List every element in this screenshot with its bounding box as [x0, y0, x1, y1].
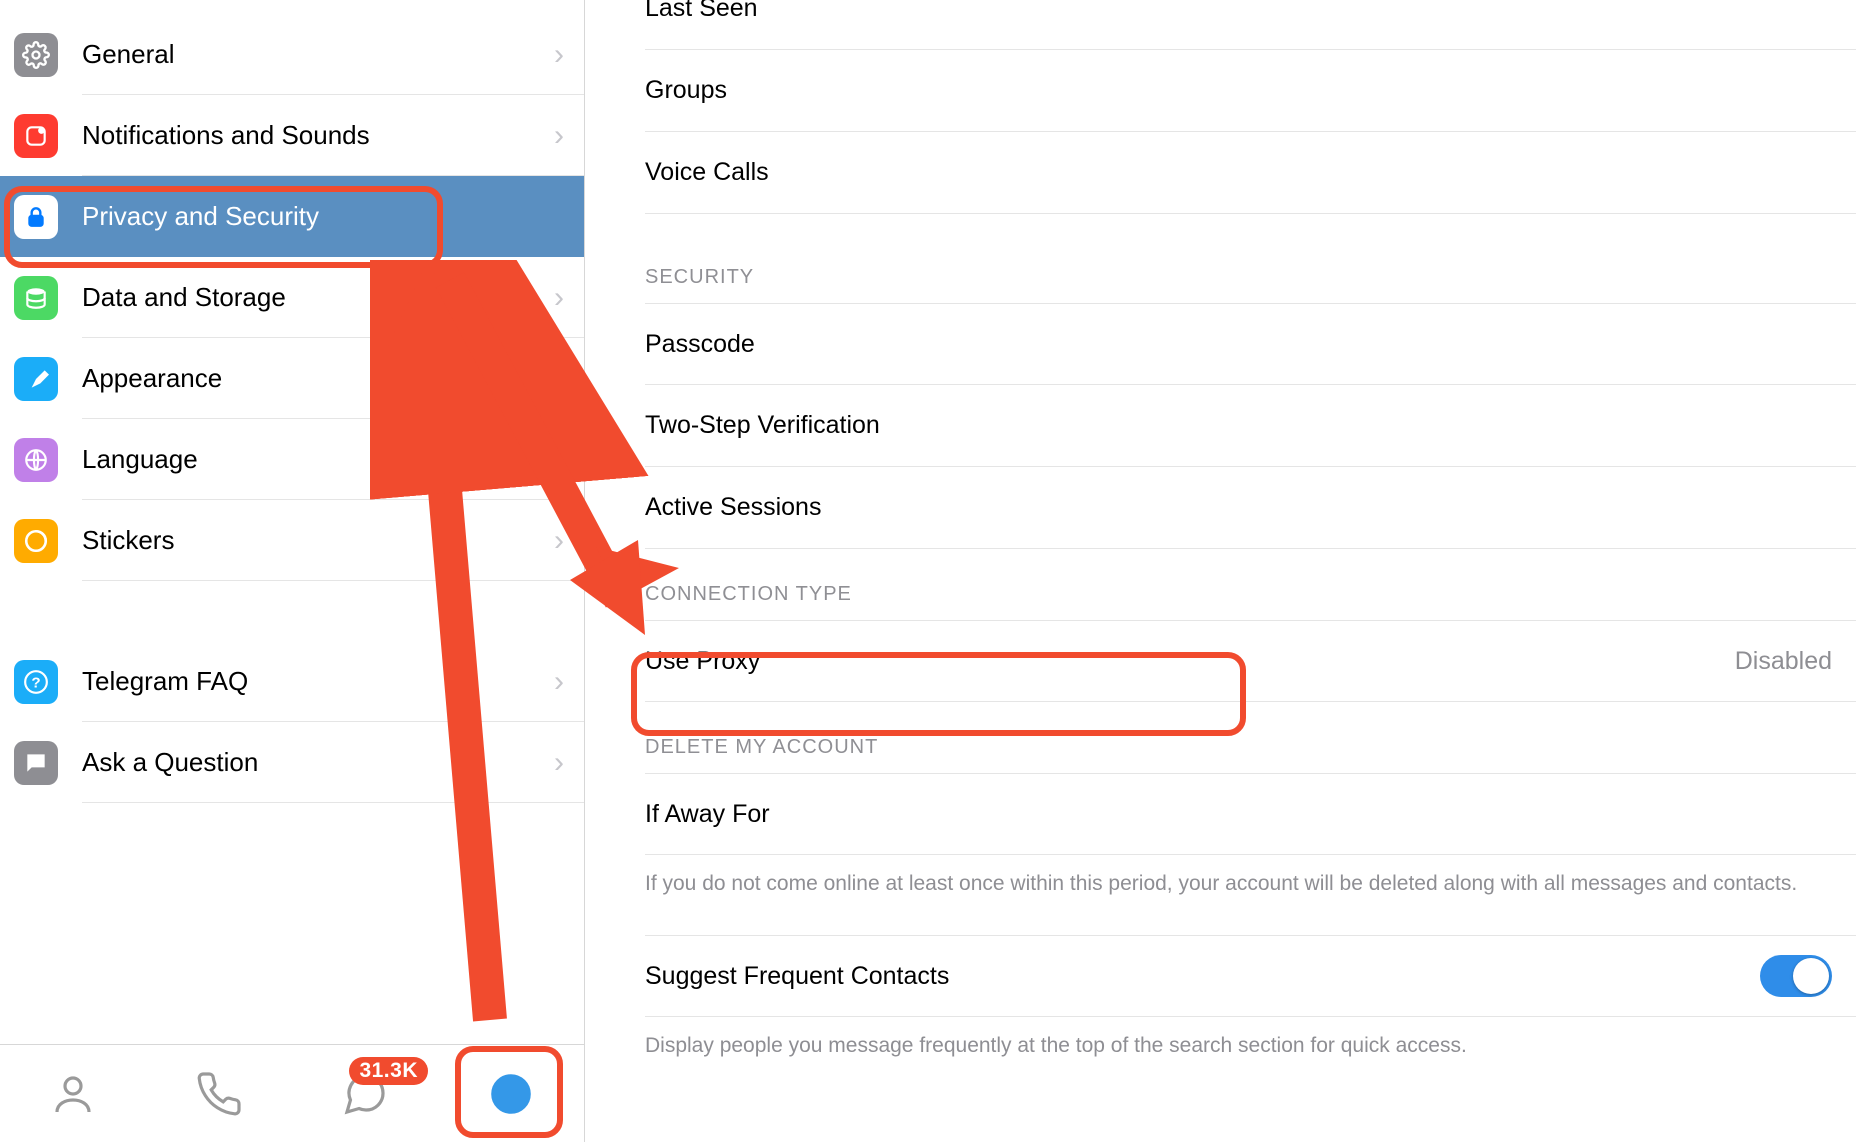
toggle-suggest-contacts[interactable]	[1760, 955, 1832, 997]
row-label: Last Seen	[645, 0, 1832, 23]
sidebar-item-label: Ask a Question	[82, 747, 258, 778]
row-label: Two-Step Verification	[645, 411, 1832, 440]
row-value: Disabled	[1735, 647, 1832, 676]
sidebar-item-label: Notifications and Sounds	[82, 120, 370, 151]
row-passcode[interactable]: Passcode	[645, 303, 1856, 385]
settings-sidebar: General › Notifications and Sounds › Pri…	[0, 0, 585, 1142]
chevron-right-icon: ›	[554, 38, 564, 72]
row-label: Use Proxy	[645, 647, 1735, 676]
tab-settings[interactable]	[482, 1065, 540, 1123]
row-label: If Away For	[645, 800, 1832, 829]
row-suggest-contacts[interactable]: Suggest Frequent Contacts	[645, 935, 1856, 1017]
sidebar-item-stickers[interactable]: Stickers ›	[0, 500, 584, 581]
chevron-right-icon: ›	[554, 443, 564, 477]
row-groups[interactable]: Groups	[645, 50, 1856, 132]
delete-footer-text: If you do not come online at least once …	[645, 855, 1856, 899]
row-voice-calls[interactable]: Voice Calls	[645, 132, 1856, 214]
row-label: Passcode	[645, 330, 1832, 359]
sidebar-item-label: Stickers	[82, 525, 174, 556]
lock-icon	[14, 195, 58, 239]
sidebar-item-label: Telegram FAQ	[82, 666, 248, 697]
sidebar-item-language[interactable]: Language ›	[0, 419, 584, 500]
sidebar-item-general[interactable]: General ›	[0, 14, 584, 95]
row-label: Suggest Frequent Contacts	[645, 962, 1760, 991]
sidebar-item-privacy[interactable]: Privacy and Security	[0, 176, 584, 257]
sidebar-item-notifications[interactable]: Notifications and Sounds ›	[0, 95, 584, 176]
sidebar-item-label: Appearance	[82, 363, 222, 394]
tab-calls[interactable]	[190, 1065, 248, 1123]
chevron-right-icon: ›	[554, 746, 564, 780]
chat-icon	[14, 741, 58, 785]
section-header-delete: DELETE MY ACCOUNT	[645, 736, 1856, 773]
tab-chats[interactable]: 31.3K	[336, 1065, 394, 1123]
section-header-security: SECURITY	[645, 266, 1856, 303]
sidebar-item-data[interactable]: Data and Storage ›	[0, 257, 584, 338]
chevron-right-icon: ›	[554, 362, 564, 396]
suggest-footer-text: Display people you message frequently at…	[645, 1017, 1856, 1061]
database-icon	[14, 276, 58, 320]
sidebar-item-label: Language	[82, 444, 198, 475]
bell-icon	[14, 114, 58, 158]
unread-badge: 31.3K	[349, 1057, 428, 1085]
sidebar-list: General › Notifications and Sounds › Pri…	[0, 0, 584, 1044]
chevron-right-icon: ›	[554, 665, 564, 699]
bottom-tabbar: 31.3K	[0, 1044, 584, 1142]
svg-text:?: ?	[31, 674, 40, 691]
sidebar-item-faq[interactable]: ? Telegram FAQ ›	[0, 641, 584, 722]
chevron-right-icon: ›	[554, 281, 564, 315]
sidebar-item-ask[interactable]: Ask a Question ›	[0, 722, 584, 803]
sidebar-item-label: Privacy and Security	[82, 201, 319, 232]
chevron-right-icon: ›	[554, 524, 564, 558]
row-label: Voice Calls	[645, 158, 1832, 187]
row-label: Groups	[645, 76, 1832, 105]
row-two-step[interactable]: Two-Step Verification	[645, 385, 1856, 467]
sidebar-item-label: Data and Storage	[82, 282, 286, 313]
sticker-icon	[14, 519, 58, 563]
brush-icon	[14, 357, 58, 401]
sidebar-item-appearance[interactable]: Appearance ›	[0, 338, 584, 419]
row-label: Active Sessions	[645, 493, 1832, 522]
row-if-away-for[interactable]: If Away For	[645, 773, 1856, 855]
row-active-sessions[interactable]: Active Sessions	[645, 467, 1856, 549]
row-use-proxy[interactable]: Use Proxy Disabled	[645, 620, 1856, 702]
globe-icon	[14, 438, 58, 482]
detail-pane: Last Seen Groups Voice Calls SECURITY Pa…	[585, 0, 1856, 1110]
gear-icon	[14, 33, 58, 77]
help-icon: ?	[14, 660, 58, 704]
chevron-right-icon: ›	[554, 119, 564, 153]
sidebar-item-label: General	[82, 39, 175, 70]
section-header-connection: CONNECTION TYPE	[645, 583, 1856, 620]
tab-contacts[interactable]	[44, 1065, 102, 1123]
row-last-seen[interactable]: Last Seen	[645, 0, 1856, 50]
